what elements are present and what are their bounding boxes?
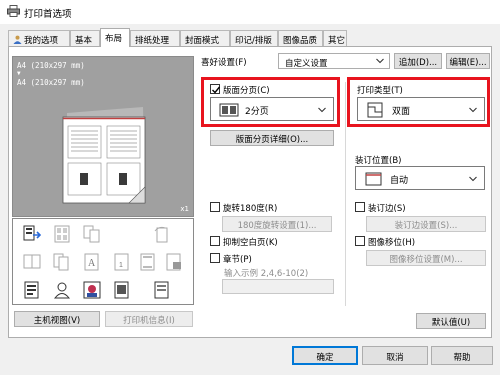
settings-page-icon[interactable] [153,281,171,299]
binding-margin-checkbox[interactable] [355,202,365,212]
combination-dropdown[interactable]: 2分页 [210,97,334,121]
svg-text:A: A [88,258,96,269]
booklet-icon[interactable] [23,253,41,271]
overlay-icon[interactable] [113,281,131,299]
tab-label: 封面模式 [185,36,220,46]
binding-position-label: 装订位置(B) [355,156,402,166]
combination-icon[interactable] [53,225,71,243]
user-auth-icon[interactable] [53,281,71,299]
layout-preview: A4 (210x297 mm) ▼ A4 (210x297 mm) x1 [12,56,194,217]
chevron-down-icon [318,107,326,113]
tab-finishing[interactable]: 排纸处理 [130,30,180,46]
chapter-input [222,279,334,294]
tab-cover-mode[interactable]: 封面模式 [180,30,230,46]
chevron-down-icon [469,107,477,113]
preview-scale: x1 [180,205,189,213]
combination-label: 版面分页(C) [223,86,270,96]
tab-my-options[interactable]: 我的选项 [8,30,70,46]
tab-quality[interactable]: 图像品质 [278,30,323,46]
user-icon [13,35,22,44]
watermark-icon[interactable] [83,281,101,299]
copy-pages-icon[interactable] [83,225,101,243]
chevron-down-icon [469,176,477,182]
header-footer-icon[interactable] [139,253,157,271]
chapter-label: 章节(P) [223,255,252,265]
ok-button[interactable]: 确定 [292,346,358,365]
chapter-hint: 输入示例 2,4,6-10(2) [224,269,309,279]
function-icon-grid: A 1 [12,218,194,305]
help-button[interactable]: 帮助 [431,346,493,365]
tab-label: 印记/排版 [235,36,272,46]
rotate180-checkbox[interactable] [210,202,220,212]
page-preview-icon [62,107,146,204]
favorites-label: 喜好设置(F) [201,58,247,68]
chapter-checkbox[interactable] [210,253,220,263]
rotate180-settings-button: 180度旋转设置(1)... [222,216,332,232]
tab-label: 布局 [105,34,123,44]
svg-text:1: 1 [119,262,123,269]
print-type-dropdown[interactable]: 双面 [357,97,485,121]
suppress-blank-checkbox[interactable] [210,236,220,246]
image-shift-label: 图像移位(H) [368,238,416,248]
printer-icon [7,5,20,17]
page-number-icon[interactable]: 1 [113,253,131,271]
tab-label: 我的选项 [24,36,59,46]
cancel-button[interactable]: 取消 [362,346,428,365]
preview-output-size: A4 (210x297 mm) [17,78,85,87]
security-icon[interactable] [165,253,183,271]
tab-label: 排纸处理 [135,36,170,46]
binding-margin-settings-button: 装订边设置(S)... [366,216,486,232]
text-stamp-icon[interactable]: A [83,253,101,271]
favorites-dropdown[interactable]: 自定义设置 [278,53,390,69]
tab-label: 其它 [328,36,346,46]
suppress-blank-label: 抑制空白页(K) [223,238,278,248]
column-divider [345,82,346,306]
tab-label: 图像品质 [283,36,318,46]
preview-arrow: ▼ [17,70,21,77]
image-shift-settings-button: 图像移位设置(M)... [366,250,486,266]
print-type-value: 双面 [392,107,411,117]
favorites-value: 自定义设置 [285,59,328,69]
tab-basic[interactable]: 基本 [70,30,100,46]
edit-favorite-button[interactable]: 编辑(E)... [446,53,490,69]
duplex-icon[interactable] [53,253,71,271]
tab-other[interactable]: 其它 [323,30,347,46]
image-shift-checkbox[interactable] [355,236,365,246]
preview-original-size: A4 (210x297 mm) [17,61,85,70]
binding-position-value: 自动 [390,176,409,186]
combination-checkbox[interactable] [210,84,221,94]
document-icon[interactable] [23,281,41,299]
duplex-page-icon [367,102,383,118]
rotate-page-icon[interactable] [153,225,171,243]
tab-layout[interactable]: 布局 [100,28,130,47]
combination-detail-button[interactable]: 版面分页详细(O)... [210,130,334,146]
checkmark-icon [212,86,221,94]
rotate180-label: 旋转180度(R) [223,204,278,214]
binding-margin-label: 装订边(S) [368,204,406,214]
combination-value: 2分页 [245,107,269,117]
print-layout-icon[interactable] [23,225,41,243]
tab-label: 基本 [75,36,93,46]
add-favorite-button[interactable]: 追加(D)... [394,53,442,69]
binding-position-icon [365,172,382,186]
title-bar: 打印首选项 [0,0,500,24]
print-type-label: 打印类型(T) [357,86,403,96]
printer-info-button: 打印机信息(I) [105,311,193,327]
chevron-down-icon [376,58,384,64]
restore-defaults-button[interactable]: 默认值(U) [416,313,486,329]
window-title: 打印首选项 [24,9,72,20]
tab-stamp-composition[interactable]: 印记/排版 [230,30,278,46]
two-up-icon [219,103,239,117]
binding-position-dropdown[interactable]: 自动 [355,166,485,190]
host-view-button[interactable]: 主机视图(V) [14,311,100,327]
